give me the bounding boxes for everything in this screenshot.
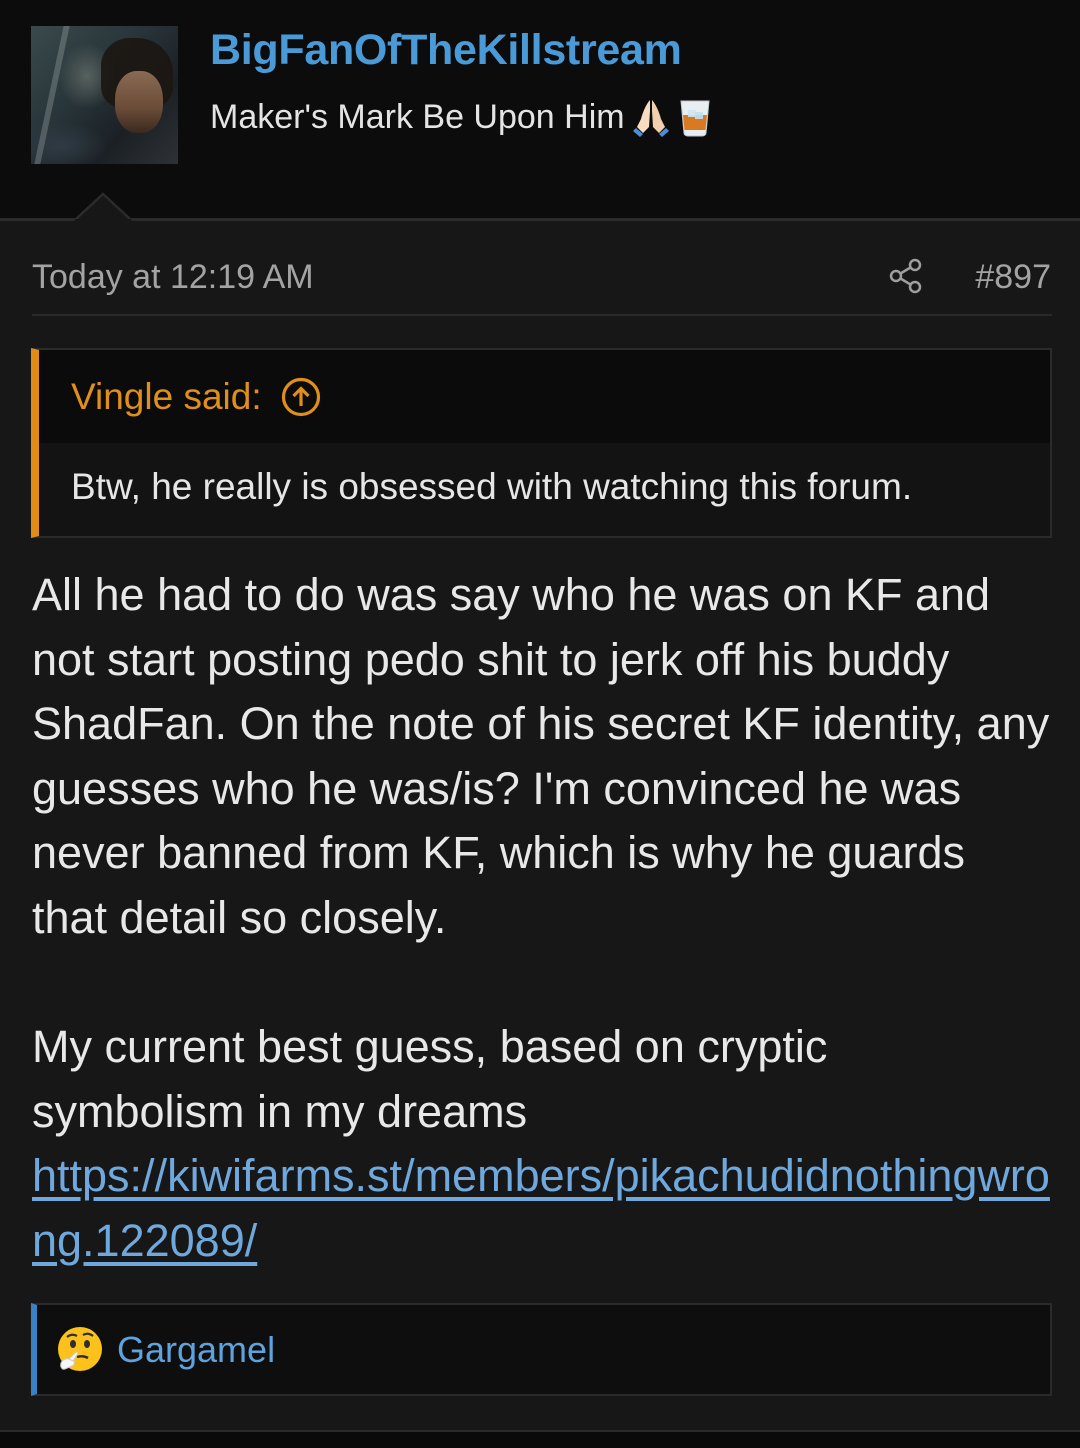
- message-paragraph: All he had to do was say who he was on K…: [32, 569, 1050, 943]
- post-date[interactable]: Today at 12:19 AM: [32, 258, 314, 298]
- quote-author[interactable]: Vingle said:: [71, 376, 262, 418]
- message-pointer: [75, 192, 131, 222]
- arrow-up-circle-icon[interactable]: [280, 376, 322, 418]
- message-paragraph-text: My current best guess, based on cryptic …: [32, 1021, 828, 1137]
- meta-divider: [32, 314, 1052, 316]
- post-number-link[interactable]: #897: [975, 258, 1051, 298]
- message-body: All he had to do was say who he was on K…: [32, 563, 1062, 1274]
- folded-hands-icon: [632, 100, 669, 137]
- user-header: BigFanOfTheKillstream Maker's Mark Be Up…: [0, 0, 1080, 220]
- tumbler-glass-icon: [680, 100, 710, 137]
- avatar[interactable]: [31, 26, 178, 164]
- quote-text: Btw, he really is obsessed with watching…: [71, 466, 913, 507]
- share-icon[interactable]: [886, 256, 926, 296]
- thinking-face-icon: [58, 1326, 102, 1371]
- user-title: Maker's Mark Be Upon Him: [210, 96, 713, 138]
- user-title-text: Maker's Mark Be Upon Him: [210, 97, 625, 136]
- reactions-bar[interactable]: Gargamel: [31, 1303, 1052, 1396]
- forum-post-page: BigFanOfTheKillstream Maker's Mark Be Up…: [0, 0, 1080, 1448]
- message-paragraph: My current best guess, based on cryptic …: [32, 1015, 1062, 1273]
- bottom-divider: [0, 1430, 1080, 1448]
- reaction-user-link[interactable]: Gargamel: [117, 1329, 275, 1371]
- quote-block: Vingle said: Btw, he really is obsessed …: [31, 348, 1052, 538]
- username-link[interactable]: BigFanOfTheKillstream: [210, 26, 682, 76]
- header-divider: [0, 218, 1080, 221]
- quote-header: Vingle said:: [39, 350, 1050, 443]
- member-link[interactable]: https://kiwifarms.st/members/pikachudidn…: [32, 1150, 1050, 1266]
